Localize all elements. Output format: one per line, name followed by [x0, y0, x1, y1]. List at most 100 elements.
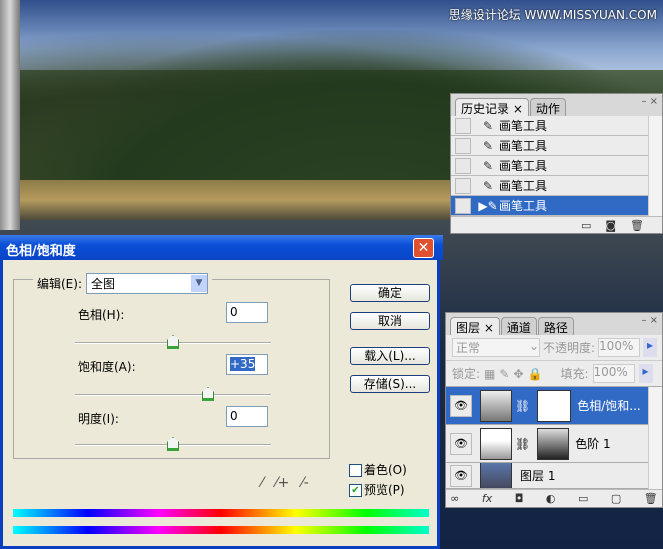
edit-value: 全图: [91, 277, 116, 291]
image-thumbnail: [480, 463, 512, 488]
layers-scrollbar[interactable]: [648, 387, 662, 491]
history-item[interactable]: ✎ 画笔工具: [451, 176, 648, 196]
chain-icon[interactable]: ⛓: [515, 399, 530, 413]
eyedropper-minus-icon[interactable]: ⁄-: [301, 475, 308, 491]
adjust-group: [13, 279, 330, 459]
lock-label: 锁定:: [452, 367, 481, 381]
eyedropper-plus-icon[interactable]: ⁄+: [275, 475, 289, 491]
camera-icon[interactable]: ◙: [605, 219, 616, 232]
history-tabs: 历史记录 × 动作: [451, 94, 662, 116]
lock-move-icon[interactable]: ✥: [513, 367, 523, 381]
trash-icon[interactable]: 🗑: [630, 219, 644, 232]
edit-label: 编辑(E):: [37, 277, 82, 291]
chevron-down-icon: ▼: [191, 275, 207, 292]
cancel-button[interactable]: 取消: [350, 312, 430, 330]
history-item[interactable]: ✎ 画笔工具: [451, 116, 648, 136]
snapshot-box[interactable]: [455, 137, 471, 154]
history-item-selected[interactable]: ▶✎ 画笔工具: [451, 196, 648, 216]
dialog-title-bar[interactable]: 色相/饱和度: [0, 235, 443, 260]
lock-transparency-icon[interactable]: ▦: [484, 367, 495, 381]
adjustment-icon[interactable]: ◐: [546, 492, 556, 505]
link-icon[interactable]: ∞: [450, 492, 459, 505]
opacity-label: 不透明度:: [543, 341, 596, 355]
saturation-label: 饱和度(A):: [78, 360, 136, 374]
opacity-arrow-icon[interactable]: ▸: [643, 338, 658, 357]
history-label: 画笔工具: [499, 119, 548, 133]
saturation-input[interactable]: +35: [230, 357, 256, 371]
hue-saturation-dialog: 色相/饱和度 ✕ 编辑(E): 全图 ▼ 色相(H): 0 饱和度(A): +3…: [0, 235, 443, 549]
tab-history[interactable]: 历史记录 ×: [455, 98, 529, 116]
history-label: 画笔工具: [499, 139, 548, 153]
checkbox-unchecked[interactable]: [349, 464, 362, 477]
brush-icon: ✎: [482, 138, 494, 153]
history-state-brush-icon: ▶✎: [478, 198, 498, 213]
lock-paint-icon[interactable]: ✎: [499, 367, 509, 381]
layer-row[interactable]: 👁 ⛓ 色相/饱和...: [446, 387, 648, 425]
output-color-bar: [13, 526, 429, 534]
history-scrollbar[interactable]: [648, 116, 662, 216]
save-button[interactable]: 存储(S)...: [350, 375, 430, 393]
layers-tabs: 图层 × 通道 路径: [446, 313, 662, 335]
close-button[interactable]: ✕: [413, 238, 434, 258]
tab-label: 图层: [456, 321, 481, 335]
layer-name: 色阶 1: [575, 437, 611, 451]
layer-row[interactable]: 👁 ⛓ 色阶 1: [446, 425, 648, 463]
mask-thumbnail: [537, 427, 570, 460]
hue-input[interactable]: 0: [226, 302, 268, 323]
tab-paths[interactable]: 路径: [537, 317, 574, 335]
colorize-checkbox[interactable]: 着色(O): [349, 461, 407, 478]
fill-arrow-icon[interactable]: ▸: [638, 364, 653, 383]
tab-channels[interactable]: 通道: [500, 317, 537, 335]
levels-thumbnail: [480, 427, 512, 460]
snapshot-box[interactable]: [455, 177, 471, 194]
lightness-input[interactable]: 0: [226, 406, 268, 427]
mask-thumbnail: [537, 389, 572, 422]
saturation-slider-track[interactable]: [75, 394, 271, 396]
history-label: 画笔工具: [499, 159, 548, 173]
chevron-down-icon: ⌄: [528, 339, 539, 353]
layers-panel: 图层 × 通道 路径 – × 正常 ⌄ 不透明度: 100% ▸ 锁定: ▦ ✎ …: [445, 312, 663, 508]
mask-icon[interactable]: ◘: [515, 492, 524, 505]
tab-actions[interactable]: 动作: [529, 98, 566, 116]
colorize-label: 着色(O): [364, 463, 407, 477]
fill-label: 填充:: [560, 367, 589, 381]
brush-icon: ✎: [482, 178, 494, 193]
new-layer-icon[interactable]: ▢: [611, 492, 621, 505]
watermark: 思缘设计论坛 WWW.MISSYUAN.COM: [448, 8, 657, 22]
opacity-input[interactable]: 100%: [598, 338, 641, 357]
edit-select[interactable]: 全图 ▼: [86, 273, 208, 294]
blend-mode-select[interactable]: 正常 ⌄: [452, 338, 540, 357]
history-label: 画笔工具: [499, 199, 548, 213]
panel-menu-icon[interactable]: – ×: [641, 96, 658, 107]
check-icon[interactable]: ✔: [349, 484, 362, 497]
ok-button[interactable]: 确定: [350, 284, 430, 302]
lock-all-icon[interactable]: 🔒: [528, 367, 543, 381]
photo-tree-trunk: [0, 0, 20, 230]
panel-menu-icon[interactable]: – ×: [641, 315, 658, 326]
snapshot-box[interactable]: [455, 117, 471, 134]
load-button[interactable]: 载入(L)...: [350, 347, 430, 365]
new-document-icon[interactable]: ▭: [581, 219, 591, 232]
folder-icon[interactable]: ▭: [578, 492, 588, 505]
fill-input[interactable]: 100%: [592, 364, 635, 383]
layer-name: 色相/饱和...: [577, 399, 641, 413]
tab-label: 历史记录: [461, 102, 510, 116]
layers-footer: ∞ fx ◘ ◐ ▭ ▢ 🗑: [446, 489, 662, 507]
history-item[interactable]: ✎ 画笔工具: [451, 136, 648, 156]
preview-checkbox[interactable]: ✔ 预览(P): [349, 481, 405, 498]
trash-icon[interactable]: 🗑: [644, 492, 658, 505]
snapshot-box[interactable]: [455, 197, 471, 214]
adjustment-thumbnail: [480, 389, 512, 422]
eyedropper-icon[interactable]: ⁄: [261, 475, 263, 491]
layer-row[interactable]: 👁 图层 1: [446, 463, 648, 489]
history-item[interactable]: ✎ 画笔工具: [451, 156, 648, 176]
fx-icon[interactable]: fx: [482, 492, 492, 505]
eye-icon[interactable]: 👁: [450, 464, 472, 487]
eye-icon[interactable]: 👁: [450, 394, 472, 417]
history-label: 画笔工具: [499, 179, 548, 193]
eye-icon[interactable]: 👁: [450, 432, 472, 455]
snapshot-box[interactable]: [455, 157, 471, 174]
tab-layers[interactable]: 图层 ×: [450, 317, 500, 335]
chain-icon[interactable]: ⛓: [515, 437, 530, 451]
lightness-label: 明度(I):: [78, 412, 119, 426]
